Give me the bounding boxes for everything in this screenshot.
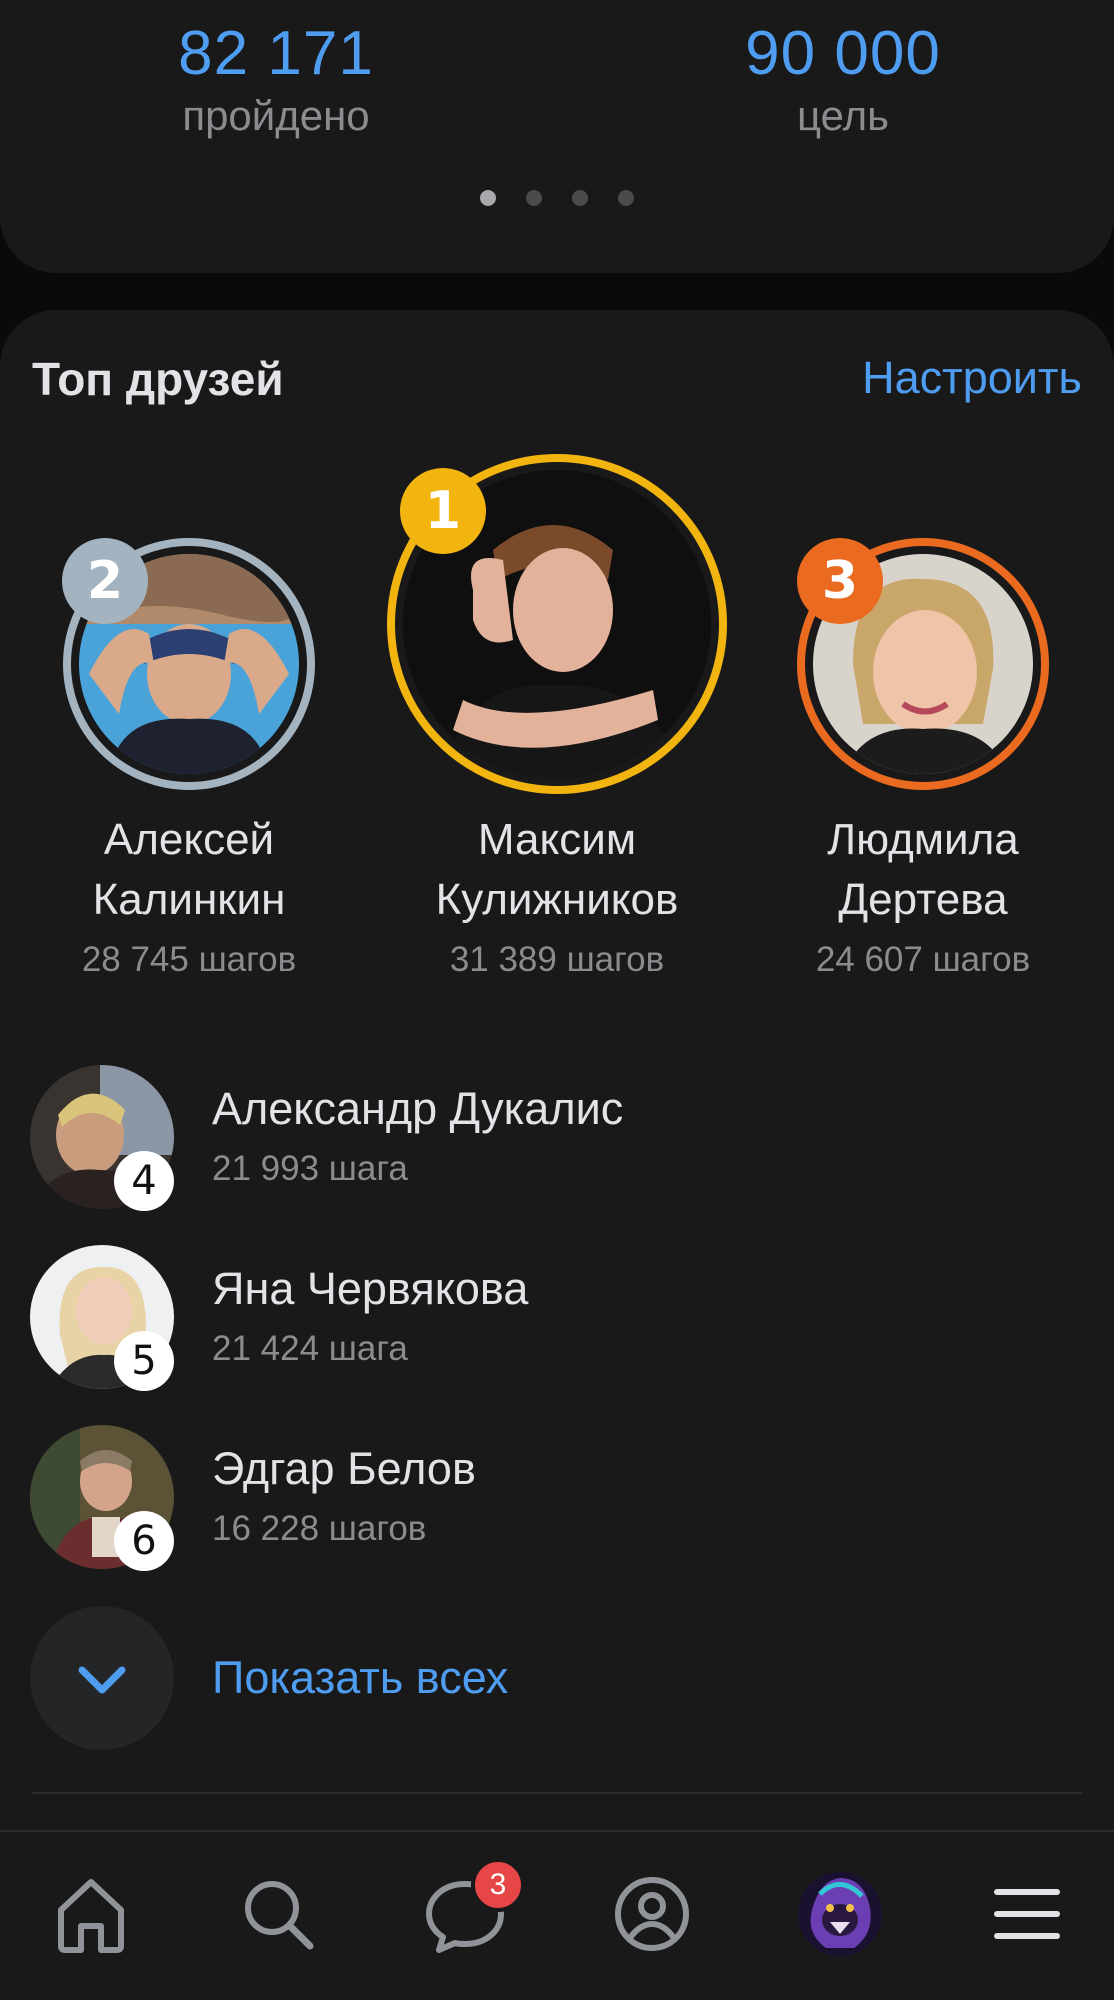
- steps-done: 82 171 пройдено: [76, 14, 476, 140]
- tab-search[interactable]: [228, 1864, 328, 1964]
- friend-last-name: Калинкин: [92, 875, 286, 924]
- list-item[interactable]: 4 Александр Дукалис 21 993 шага: [0, 1065, 1114, 1215]
- page-indicator: [0, 190, 1114, 206]
- friend-steps: 21 993 шага: [212, 1149, 408, 1188]
- friend-last-name: Кулижников: [435, 875, 679, 924]
- rank-badge: 6: [114, 1511, 174, 1571]
- page-dot[interactable]: [526, 190, 542, 206]
- friend-name: Эдгар Белов: [212, 1443, 476, 1494]
- friend-steps: 28 745 шагов: [81, 940, 297, 979]
- friend-name: Людмила Дертева: [743, 810, 1103, 930]
- show-all-label: Показать всех: [212, 1652, 509, 1703]
- chevron-down-icon: [78, 1666, 126, 1694]
- friend-first-name: Людмила: [827, 815, 1019, 864]
- rank-badge: 5: [114, 1331, 174, 1391]
- friend-name: Максим Кулижников: [377, 810, 737, 930]
- rank-badge: 3: [797, 538, 883, 624]
- menu-icon: [994, 1889, 1060, 1939]
- rank-badge: 2: [62, 538, 148, 624]
- rank-badge: 4: [114, 1151, 174, 1211]
- list-item[interactable]: 5 Яна Червякова 21 424 шага: [0, 1245, 1114, 1395]
- friend-steps: 21 424 шага: [212, 1329, 408, 1368]
- bottom-tab-bar: 3: [0, 1830, 1114, 2000]
- divider: [32, 1792, 1082, 1794]
- tab-services[interactable]: [790, 1864, 890, 1964]
- friend-name: Яна Червякова: [212, 1263, 529, 1314]
- tab-menu[interactable]: [977, 1864, 1077, 1964]
- friend-last-name: Дертева: [838, 875, 1008, 924]
- friend-name: Алексей Калинкин: [9, 810, 369, 930]
- friend-name: Александр Дукалис: [212, 1083, 624, 1134]
- configure-link[interactable]: Настроить: [862, 352, 1082, 404]
- friend-steps: 24 607 шагов: [815, 940, 1031, 979]
- section-title: Топ друзей: [32, 353, 284, 405]
- steps-done-value: 82 171: [178, 19, 374, 88]
- show-all-button[interactable]: Показать всех: [0, 1606, 1114, 1756]
- steps-done-label: пройдено: [182, 92, 370, 139]
- services-avatar: [798, 1872, 882, 1956]
- tab-home[interactable]: [41, 1864, 141, 1964]
- search-icon: [245, 1881, 314, 1950]
- list-item[interactable]: 6 Эдгар Белов 16 228 шагов: [0, 1425, 1114, 1575]
- friend-first-name: Алексей: [103, 815, 275, 864]
- page-dot[interactable]: [572, 190, 588, 206]
- expand-circle[interactable]: [30, 1606, 174, 1750]
- page-dot[interactable]: [618, 190, 634, 206]
- steps-progress-card: 82 171 пройдено 90 000 цель: [0, 0, 1114, 273]
- steps-goal-label: цель: [797, 92, 889, 139]
- profile-icon: [615, 1877, 689, 1951]
- friend-steps: 31 389 шагов: [449, 940, 665, 979]
- friend-steps: 16 228 шагов: [212, 1509, 427, 1548]
- steps-goal-value: 90 000: [745, 19, 941, 88]
- rank-badge: 1: [400, 468, 486, 554]
- steps-goal: 90 000 цель: [643, 14, 1043, 140]
- tab-messages[interactable]: 3: [415, 1858, 525, 1964]
- unread-badge: 3: [471, 1858, 525, 1912]
- friend-first-name: Максим: [477, 815, 637, 864]
- page-dot[interactable]: [480, 190, 496, 206]
- home-icon: [58, 1879, 124, 1953]
- tab-profile[interactable]: [602, 1864, 702, 1964]
